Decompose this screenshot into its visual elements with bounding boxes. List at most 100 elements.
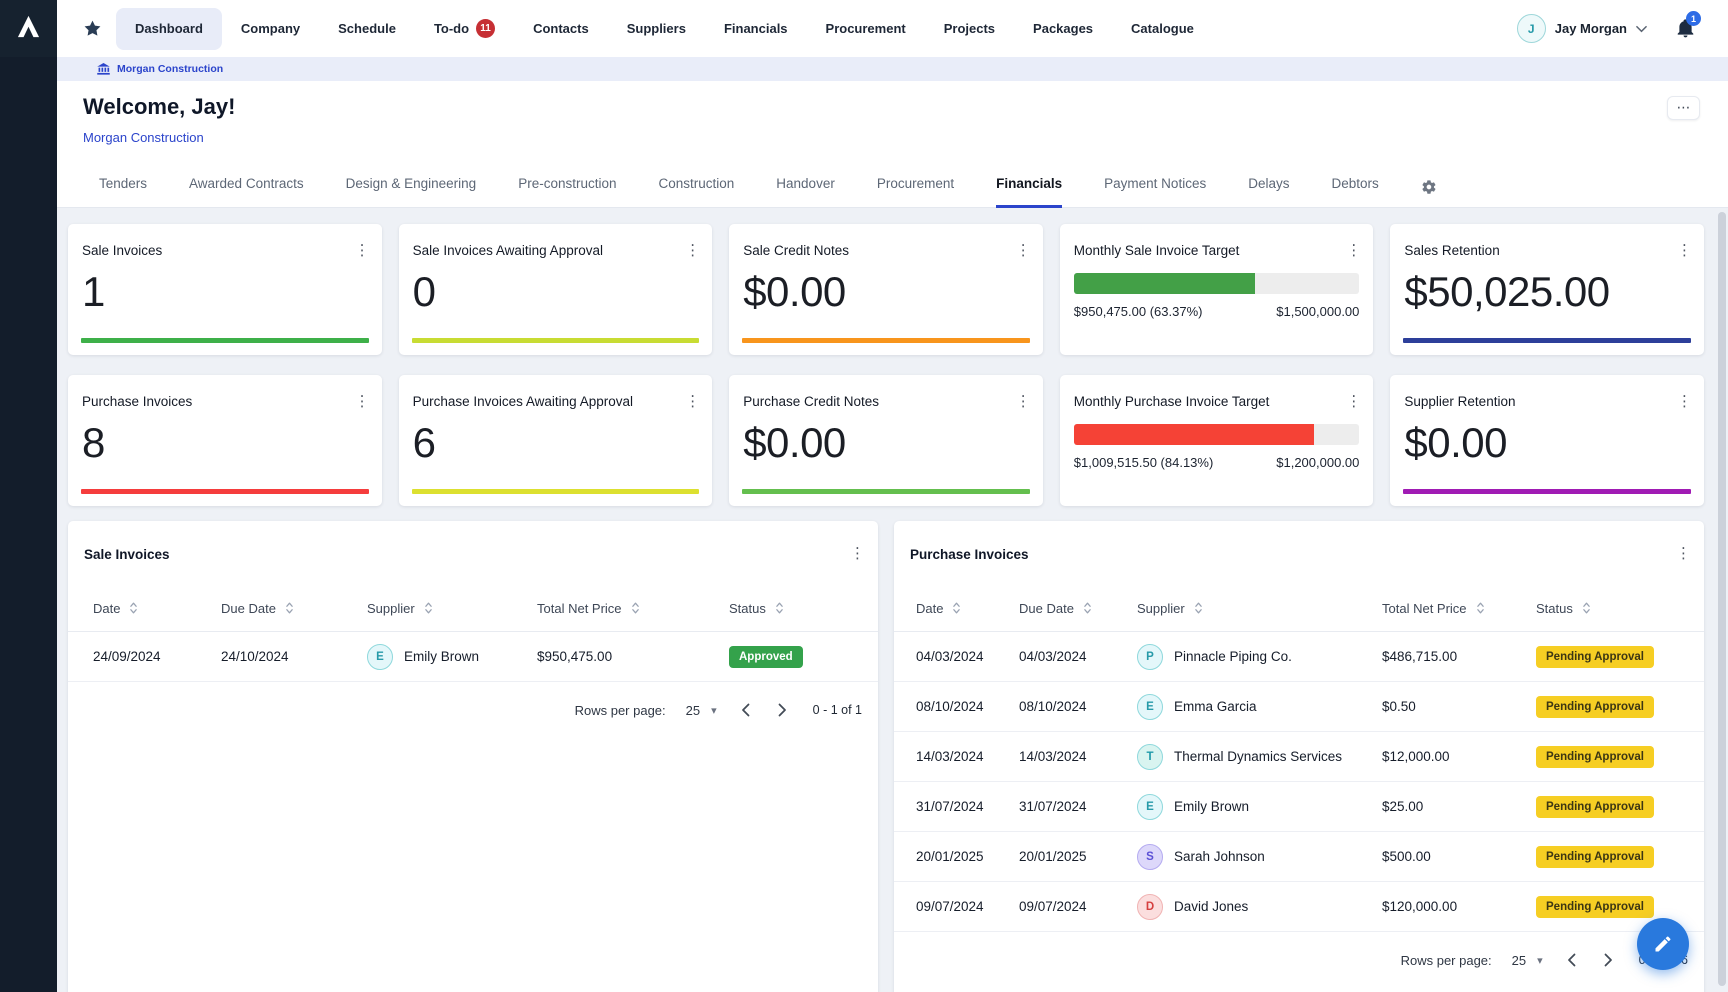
table-row[interactable]: 09/07/2024 09/07/2024 D David Jones $120… — [894, 882, 1704, 932]
kebab-menu-icon[interactable]: ⋮ — [1016, 243, 1031, 258]
column-header-supplier[interactable]: Supplier — [1137, 601, 1382, 616]
cell-date: 31/07/2024 — [916, 799, 1019, 814]
breadcrumb-company-link[interactable]: Morgan Construction — [117, 63, 223, 75]
kpi-card-purchase-credit-notes: Purchase Credit Notes⋮ $0.00 — [729, 375, 1043, 506]
progress-fill — [1074, 273, 1255, 294]
nav-item-packages[interactable]: Packages — [1014, 8, 1112, 50]
tab-financials[interactable]: Financials — [996, 176, 1062, 208]
tab-debtors[interactable]: Debtors — [1331, 176, 1378, 208]
kebab-menu-icon[interactable]: ⋮ — [1016, 394, 1031, 409]
tab-payment-notices[interactable]: Payment Notices — [1104, 176, 1206, 208]
kebab-menu-icon[interactable]: ⋮ — [355, 394, 370, 409]
kebab-menu-icon[interactable]: ⋮ — [1346, 243, 1361, 258]
kebab-menu-icon[interactable]: ⋮ — [1677, 243, 1692, 258]
prev-page-button[interactable] — [1563, 949, 1580, 971]
column-header-date[interactable]: Date — [916, 601, 1019, 616]
status-badge: Approved — [729, 646, 803, 668]
status-badge: Pending Approval — [1536, 796, 1654, 818]
page-header: Welcome, Jay! Morgan Construction ⋯ Tend… — [57, 81, 1728, 208]
table-row[interactable]: 14/03/2024 14/03/2024 T Thermal Dynamics… — [894, 732, 1704, 782]
kpi-title: Monthly Sale Invoice Target — [1074, 243, 1240, 258]
table-row[interactable]: 24/09/2024 24/10/2024 E Emily Brown $950… — [68, 632, 878, 682]
column-header-date[interactable]: Date — [93, 601, 221, 616]
nav-item-contacts[interactable]: Contacts — [514, 8, 608, 50]
tabs-settings-gear-icon[interactable] — [1421, 179, 1437, 208]
kebab-menu-icon[interactable]: ⋮ — [1346, 394, 1361, 409]
prev-page-button[interactable] — [737, 699, 754, 721]
kpi-card-monthly-purchase-invoice-target: Monthly Purchase Invoice Target⋮ $1,009,… — [1060, 375, 1374, 506]
cell-date: 20/01/2025 — [916, 849, 1019, 864]
nav-item-projects[interactable]: Projects — [925, 8, 1014, 50]
next-page-button[interactable] — [774, 699, 791, 721]
supplier-avatar: T — [1137, 744, 1163, 770]
nav-item-todo[interactable]: To-do 11 — [415, 8, 514, 50]
table-row[interactable]: 04/03/2024 04/03/2024 P Pinnacle Piping … — [894, 632, 1704, 682]
status-badge: Pending Approval — [1536, 846, 1654, 868]
nav-item-dashboard[interactable]: Dashboard — [116, 8, 222, 50]
page-scrollbar[interactable] — [1718, 212, 1726, 986]
cell-total-net-price: $500.00 — [1382, 849, 1536, 864]
user-name: Jay Morgan — [1555, 21, 1627, 36]
user-menu[interactable]: J Jay Morgan — [1517, 14, 1647, 43]
rows-per-page-select[interactable]: 25 ▾ — [686, 703, 717, 718]
table-row[interactable]: 08/10/2024 08/10/2024 E Emma Garcia $0.5… — [894, 682, 1704, 732]
create-fab-button[interactable] — [1637, 918, 1689, 970]
supplier-name: Emma Garcia — [1174, 699, 1257, 714]
column-header-status[interactable]: Status — [729, 601, 862, 616]
company-link[interactable]: Morgan Construction — [83, 130, 204, 145]
tab-design-engineering[interactable]: Design & Engineering — [346, 176, 477, 208]
navbar-right: J Jay Morgan 1 — [1517, 14, 1728, 43]
todo-count-badge: 11 — [476, 19, 495, 38]
tab-handover[interactable]: Handover — [776, 176, 835, 208]
progress-current-label: $950,475.00 (63.37%) — [1074, 304, 1203, 319]
nav-item-company[interactable]: Company — [222, 8, 319, 50]
table-row[interactable]: 31/07/2024 31/07/2024 E Emily Brown $25.… — [894, 782, 1704, 832]
cell-supplier: E Emma Garcia — [1137, 694, 1382, 720]
nav-item-procurement[interactable]: Procurement — [807, 8, 925, 50]
cell-status: Pending Approval — [1536, 746, 1688, 768]
column-header-supplier[interactable]: Supplier — [367, 601, 537, 616]
app-logo[interactable] — [0, 0, 57, 57]
tab-construction[interactable]: Construction — [658, 176, 734, 208]
kebab-menu-icon[interactable]: ⋮ — [685, 394, 700, 409]
kebab-menu-icon[interactable]: ⋮ — [1677, 394, 1692, 409]
nav-item-catalogue[interactable]: Catalogue — [1112, 8, 1213, 50]
supplier-name: Thermal Dynamics Services — [1174, 749, 1342, 764]
kebab-menu-icon[interactable]: ⋮ — [850, 546, 865, 561]
nav-item-suppliers[interactable]: Suppliers — [608, 8, 705, 50]
header-more-button[interactable]: ⋯ — [1667, 96, 1700, 120]
column-label: Due Date — [1019, 601, 1074, 616]
next-page-button[interactable] — [1600, 949, 1617, 971]
kpi-title: Monthly Purchase Invoice Target — [1074, 394, 1270, 409]
progress-target-label: $1,500,000.00 — [1276, 304, 1359, 319]
rows-per-page-select[interactable]: 25 ▾ — [1512, 953, 1543, 968]
tab-procurement[interactable]: Procurement — [877, 176, 954, 208]
sort-icon — [1582, 601, 1591, 615]
cell-supplier: D David Jones — [1137, 894, 1382, 920]
tab-tenders[interactable]: Tenders — [99, 176, 147, 208]
supplier-avatar: D — [1137, 894, 1163, 920]
kebab-menu-icon[interactable]: ⋮ — [355, 243, 370, 258]
table-row[interactable]: 20/01/2025 20/01/2025 S Sarah Johnson $5… — [894, 832, 1704, 882]
kebab-menu-icon[interactable]: ⋮ — [1676, 546, 1691, 561]
pencil-icon — [1653, 934, 1673, 954]
kpi-card-supplier-retention: Supplier Retention⋮ $0.00 — [1390, 375, 1704, 506]
favorites-star-icon[interactable] — [83, 19, 102, 38]
notifications-button[interactable]: 1 — [1675, 17, 1696, 40]
column-header-total-net-price[interactable]: Total Net Price — [537, 601, 729, 616]
nav-item-financials[interactable]: Financials — [705, 8, 807, 50]
cell-due-date: 31/07/2024 — [1019, 799, 1137, 814]
table-pagination: Rows per page: 25 ▾ 0 - 1 of 1 — [68, 682, 878, 738]
kebab-menu-icon[interactable]: ⋮ — [685, 243, 700, 258]
sort-icon — [631, 601, 640, 615]
column-header-status[interactable]: Status — [1536, 601, 1688, 616]
column-header-due-date[interactable]: Due Date — [221, 601, 367, 616]
column-header-due-date[interactable]: Due Date — [1019, 601, 1137, 616]
kpi-value: 1 — [82, 271, 368, 313]
nav-item-schedule[interactable]: Schedule — [319, 8, 415, 50]
tab-pre-construction[interactable]: Pre-construction — [518, 176, 616, 208]
tab-delays[interactable]: Delays — [1248, 176, 1289, 208]
cell-total-net-price: $120,000.00 — [1382, 899, 1536, 914]
column-header-total-net-price[interactable]: Total Net Price — [1382, 601, 1536, 616]
tab-awarded-contracts[interactable]: Awarded Contracts — [189, 176, 304, 208]
